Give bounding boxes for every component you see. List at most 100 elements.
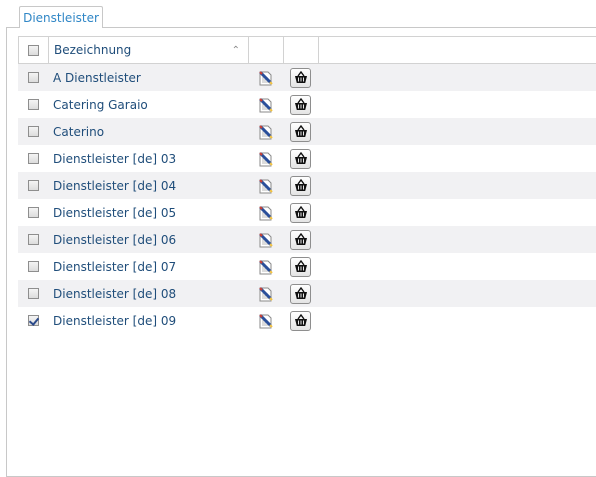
row-checkbox-cell [18,64,48,91]
row-name-link[interactable]: Dienstleister [de] 07 [53,260,176,274]
delete-button[interactable] [290,283,311,304]
row-name-link[interactable]: Dienstleister [de] 03 [53,152,176,166]
row-delete-cell [283,199,318,226]
select-all-checkbox[interactable] [28,44,39,56]
header-edit-column [249,37,284,63]
row-checkbox-cell [18,172,48,199]
row-name-cell: Dienstleister [de] 04 [48,172,248,199]
delete-button[interactable] [290,94,311,115]
row-edit-cell [248,199,283,226]
table-row[interactable]: Catering Garaio [18,91,596,118]
sort-ascending-icon: ⌃ [231,44,240,56]
table-row[interactable]: Dienstleister [de] 07 [18,253,596,280]
row-checkbox-cell [18,145,48,172]
delete-button[interactable] [290,67,311,88]
row-name-cell: Dienstleister [de] 03 [48,145,248,172]
row-delete-cell [283,118,318,145]
table-row[interactable]: A Dienstleister [18,64,596,91]
delete-button[interactable] [290,310,311,331]
row-edit-cell [248,64,283,91]
table-row[interactable]: Dienstleister [de] 08 [18,280,596,307]
row-checkbox[interactable] [27,99,39,110]
row-checkbox[interactable] [27,261,39,272]
row-name-cell: Dienstleister [de] 05 [48,199,248,226]
delete-button[interactable] [290,148,311,169]
basket-icon [294,125,308,138]
basket-icon [294,287,308,300]
basket-icon [294,260,308,273]
header-name-column[interactable]: Bezeichnung ⌃ [49,37,249,63]
edit-icon[interactable] [257,285,275,303]
table-row[interactable]: Dienstleister [de] 06 [18,226,596,253]
delete-button[interactable] [290,256,311,277]
row-delete-cell [283,280,318,307]
table-row[interactable]: Dienstleister [de] 03 [18,145,596,172]
table-row[interactable]: Dienstleister [de] 05 [18,199,596,226]
row-edit-cell [248,280,283,307]
row-name-link[interactable]: Dienstleister [de] 09 [53,314,176,328]
delete-button[interactable] [290,175,311,196]
row-checkbox[interactable] [27,180,39,191]
tab-dienstleister[interactable]: Dienstleister [19,6,103,28]
edit-icon[interactable] [257,69,275,87]
delete-button[interactable] [290,202,311,223]
row-delete-cell [283,172,318,199]
tab-label: Dienstleister [23,10,99,25]
edit-icon[interactable] [257,123,275,141]
row-name-link[interactable]: Dienstleister [de] 06 [53,233,176,247]
row-checkbox[interactable] [27,315,39,326]
row-delete-cell [283,64,318,91]
row-name-link[interactable]: Caterino [53,125,104,139]
row-delete-cell [283,91,318,118]
edit-icon[interactable] [257,177,275,195]
table-row[interactable]: Caterino [18,118,596,145]
basket-icon [294,233,308,246]
basket-icon [294,71,308,84]
row-name-link[interactable]: Dienstleister [de] 04 [53,179,176,193]
edit-icon[interactable] [257,231,275,249]
basket-icon [294,152,308,165]
row-name-link[interactable]: Catering Garaio [53,98,148,112]
delete-button[interactable] [290,121,311,142]
row-checkbox[interactable] [27,207,39,218]
grid-header: Bezeichnung ⌃ [18,36,596,64]
edit-icon[interactable] [257,204,275,222]
row-name-link[interactable]: Dienstleister [de] 08 [53,287,176,301]
row-edit-cell [248,91,283,118]
row-name-cell: Dienstleister [de] 06 [48,226,248,253]
table-row[interactable]: Dienstleister [de] 04 [18,172,596,199]
row-name-cell: A Dienstleister [48,64,248,91]
table-row[interactable]: Dienstleister [de] 09 [18,307,596,334]
basket-icon [294,179,308,192]
row-checkbox-cell [18,199,48,226]
header-checkbox-cell [19,37,49,63]
row-checkbox[interactable] [27,126,39,137]
row-name-link[interactable]: Dienstleister [de] 05 [53,206,176,220]
row-checkbox[interactable] [27,72,39,83]
row-checkbox[interactable] [27,288,39,299]
row-name-link[interactable]: A Dienstleister [53,71,141,85]
edit-icon[interactable] [257,96,275,114]
row-checkbox[interactable] [27,234,39,245]
row-name-cell: Caterino [48,118,248,145]
row-edit-cell [248,145,283,172]
row-name-cell: Dienstleister [de] 09 [48,307,248,334]
row-name-cell: Dienstleister [de] 08 [48,280,248,307]
edit-icon[interactable] [257,150,275,168]
row-checkbox-cell [18,253,48,280]
grid-body: A Dienstleister Catering Garaio Caterino… [18,64,596,334]
row-delete-cell [283,307,318,334]
row-edit-cell [248,307,283,334]
basket-icon [294,206,308,219]
row-checkbox[interactable] [27,153,39,164]
row-edit-cell [248,226,283,253]
edit-icon[interactable] [257,258,275,276]
basket-icon [294,98,308,111]
row-delete-cell [283,253,318,280]
dienstleister-grid: Bezeichnung ⌃ A Dienstleister Catering G… [18,36,596,334]
delete-button[interactable] [290,229,311,250]
edit-icon[interactable] [257,312,275,330]
row-edit-cell [248,118,283,145]
row-name-cell: Catering Garaio [48,91,248,118]
column-title: Bezeichnung [54,43,132,57]
